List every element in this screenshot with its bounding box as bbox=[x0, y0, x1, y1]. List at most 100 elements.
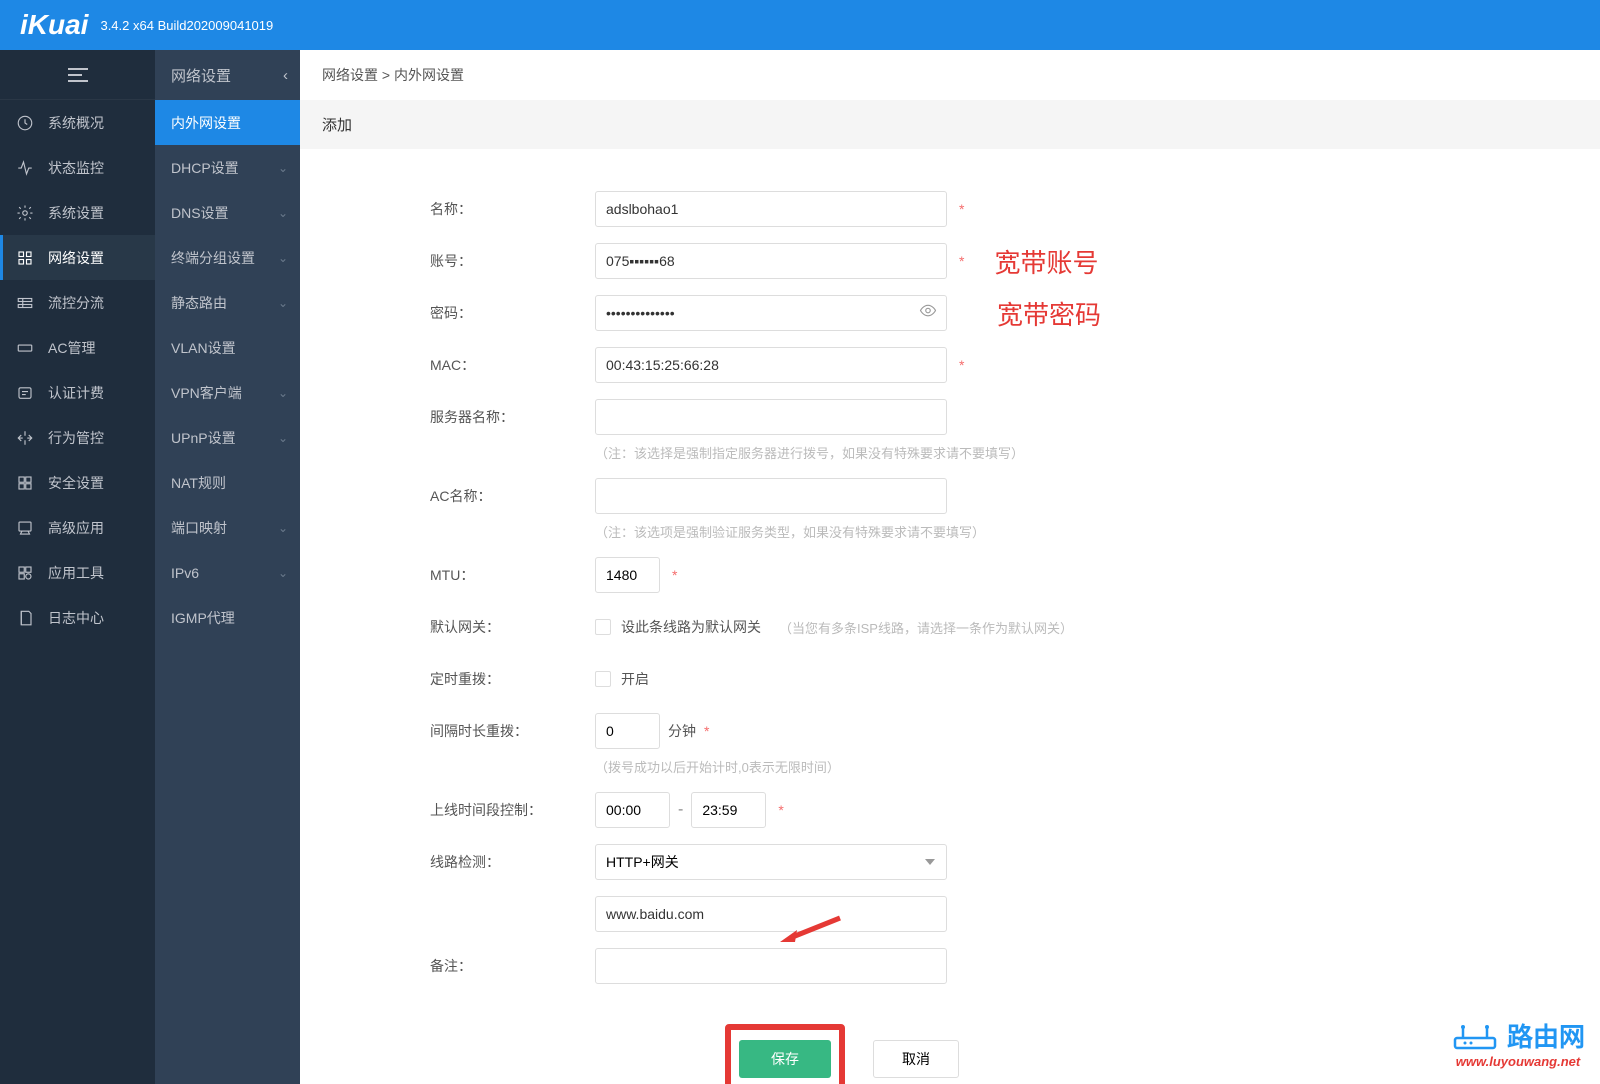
nav-item-ac[interactable]: AC管理 bbox=[0, 325, 155, 370]
breadcrumb-parent[interactable]: 网络设置 bbox=[322, 67, 378, 83]
dashboard-icon bbox=[16, 114, 34, 132]
nav-item-behavior[interactable]: 行为管控 bbox=[0, 415, 155, 460]
sub-item-port-mapping[interactable]: 端口映射⌄ bbox=[155, 505, 300, 550]
page-title: 添加 bbox=[300, 100, 1600, 149]
tools-icon bbox=[16, 564, 34, 582]
logo: iKuai bbox=[20, 9, 88, 41]
server-name-hint: （注：该选择是强制指定服务器进行拨号，如果没有特殊要求请不要填写） bbox=[595, 443, 1600, 462]
nav-label: 状态监控 bbox=[48, 158, 104, 178]
chevron-down-icon: ⌄ bbox=[278, 296, 288, 310]
secondary-sidebar: 网络设置 ‹ 内外网设置 DHCP设置⌄ DNS设置⌄ 终端分组设置⌄ 静态路由… bbox=[155, 50, 300, 1084]
menu-toggle-button[interactable] bbox=[0, 50, 155, 100]
account-input[interactable] bbox=[595, 243, 947, 279]
password-label: 密码： bbox=[430, 303, 595, 323]
sub-item-nat[interactable]: NAT规则 bbox=[155, 460, 300, 505]
password-annotation: 宽带密码 bbox=[997, 295, 1101, 332]
gateway-checkbox[interactable] bbox=[595, 619, 611, 635]
sub-item-vlan[interactable]: VLAN设置 bbox=[155, 325, 300, 370]
sub-item-wan-lan[interactable]: 内外网设置 bbox=[155, 100, 300, 145]
online-time-start-input[interactable] bbox=[595, 792, 670, 828]
nav-label: 网络设置 bbox=[48, 248, 104, 268]
nav-item-advanced[interactable]: 高级应用 bbox=[0, 505, 155, 550]
nav-item-auth[interactable]: 认证计费 bbox=[0, 370, 155, 415]
nav-item-security[interactable]: 安全设置 bbox=[0, 460, 155, 505]
nav-label: 系统概况 bbox=[48, 113, 104, 133]
sub-item-label: NAT规则 bbox=[171, 473, 226, 493]
nav-label: 行为管控 bbox=[48, 428, 104, 448]
remark-label: 备注： bbox=[430, 956, 595, 976]
version-text: 3.4.2 x64 Build202009041019 bbox=[100, 18, 273, 33]
nav-item-log[interactable]: 日志中心 bbox=[0, 595, 155, 640]
redial-checkbox-label: 开启 bbox=[621, 669, 649, 689]
remark-input[interactable] bbox=[595, 948, 947, 984]
sub-item-igmp[interactable]: IGMP代理 bbox=[155, 595, 300, 640]
router-icon bbox=[1451, 1022, 1499, 1050]
nav-item-overview[interactable]: 系统概况 bbox=[0, 100, 155, 145]
sub-item-ipv6[interactable]: IPv6⌄ bbox=[155, 550, 300, 595]
ac-name-input[interactable] bbox=[595, 478, 947, 514]
required-mark: * bbox=[959, 357, 964, 373]
watermark: 路由网 www.luyouwang.net bbox=[1451, 1017, 1585, 1069]
required-mark: * bbox=[959, 201, 964, 217]
hamburger-icon bbox=[68, 68, 88, 82]
sub-item-label: 内外网设置 bbox=[171, 113, 241, 133]
sub-item-label: 终端分组设置 bbox=[171, 248, 255, 268]
name-input[interactable] bbox=[595, 191, 947, 227]
detection-url-input[interactable] bbox=[595, 896, 947, 932]
chevron-down-icon: ⌄ bbox=[278, 566, 288, 580]
sub-item-label: DHCP设置 bbox=[171, 158, 239, 178]
secondary-sidebar-header[interactable]: 网络设置 ‹ bbox=[155, 50, 300, 100]
nav-item-tools[interactable]: 应用工具 bbox=[0, 550, 155, 595]
sub-item-upnp[interactable]: UPnP设置⌄ bbox=[155, 415, 300, 460]
gateway-checkbox-label: 设此条线路为默认网关 bbox=[621, 617, 761, 637]
interval-label: 间隔时长重拨： bbox=[430, 721, 595, 741]
mac-input[interactable] bbox=[595, 347, 947, 383]
account-annotation: 宽带账号 bbox=[994, 243, 1098, 280]
redial-checkbox[interactable] bbox=[595, 671, 611, 687]
network-icon bbox=[16, 249, 34, 267]
server-name-input[interactable] bbox=[595, 399, 947, 435]
nav-label: 流控分流 bbox=[48, 293, 104, 313]
redial-label: 定时重拨： bbox=[430, 669, 595, 689]
save-highlight-annotation: 保存 bbox=[725, 1024, 845, 1084]
nav-label: 应用工具 bbox=[48, 563, 104, 583]
nav-label: AC管理 bbox=[48, 338, 95, 358]
nav-item-network[interactable]: 网络设置 bbox=[0, 235, 155, 280]
sub-item-label: 端口映射 bbox=[171, 518, 227, 538]
chevron-down-icon: ⌄ bbox=[278, 161, 288, 175]
sub-item-dhcp[interactable]: DHCP设置 ⌄ bbox=[155, 145, 300, 190]
sub-item-terminal-group[interactable]: 终端分组设置⌄ bbox=[155, 235, 300, 280]
nav-item-flow[interactable]: 流控分流 bbox=[0, 280, 155, 325]
chevron-down-icon: ⌄ bbox=[278, 206, 288, 220]
nav-item-system[interactable]: 系统设置 bbox=[0, 190, 155, 235]
required-mark: * bbox=[704, 723, 709, 739]
log-icon bbox=[16, 609, 34, 627]
breadcrumb-current: 内外网设置 bbox=[394, 67, 464, 83]
ac-icon bbox=[16, 339, 34, 357]
form: 名称： * 账号： * 宽带账号 密码： 宽带密码 bbox=[300, 149, 1600, 1084]
save-button[interactable]: 保存 bbox=[739, 1040, 831, 1078]
gateway-hint: （当您有多条ISP线路，请选择一条作为默认网关） bbox=[779, 618, 1073, 637]
sub-item-label: VPN客户端 bbox=[171, 383, 242, 403]
gear-icon bbox=[16, 204, 34, 222]
secondary-header-label: 网络设置 bbox=[171, 65, 231, 86]
sub-item-dns[interactable]: DNS设置⌄ bbox=[155, 190, 300, 235]
nav-item-monitor[interactable]: 状态监控 bbox=[0, 145, 155, 190]
time-separator: - bbox=[678, 801, 683, 819]
nav-label: 系统设置 bbox=[48, 203, 104, 223]
breadcrumb: 网络设置 > 内外网设置 bbox=[300, 50, 1600, 100]
chevron-left-icon: ‹ bbox=[283, 67, 288, 84]
cancel-button[interactable]: 取消 bbox=[873, 1040, 959, 1078]
mac-label: MAC： bbox=[430, 355, 595, 375]
sub-item-static-route[interactable]: 静态路由 ⌄ bbox=[155, 280, 300, 325]
sub-item-vpn[interactable]: VPN客户端⌄ bbox=[155, 370, 300, 415]
online-time-end-input[interactable] bbox=[691, 792, 766, 828]
eye-icon[interactable] bbox=[919, 302, 937, 325]
sub-item-label: 静态路由 bbox=[171, 293, 227, 313]
interval-input[interactable] bbox=[595, 713, 660, 749]
nav-label: 高级应用 bbox=[48, 518, 104, 538]
detection-select[interactable]: HTTP+网关 bbox=[595, 844, 947, 880]
mtu-input[interactable] bbox=[595, 557, 660, 593]
password-input[interactable] bbox=[595, 295, 947, 331]
primary-sidebar: 系统概况 状态监控 系统设置 网络设置 流控分流 AC管理 认证计费 行为管控 bbox=[0, 50, 155, 1084]
